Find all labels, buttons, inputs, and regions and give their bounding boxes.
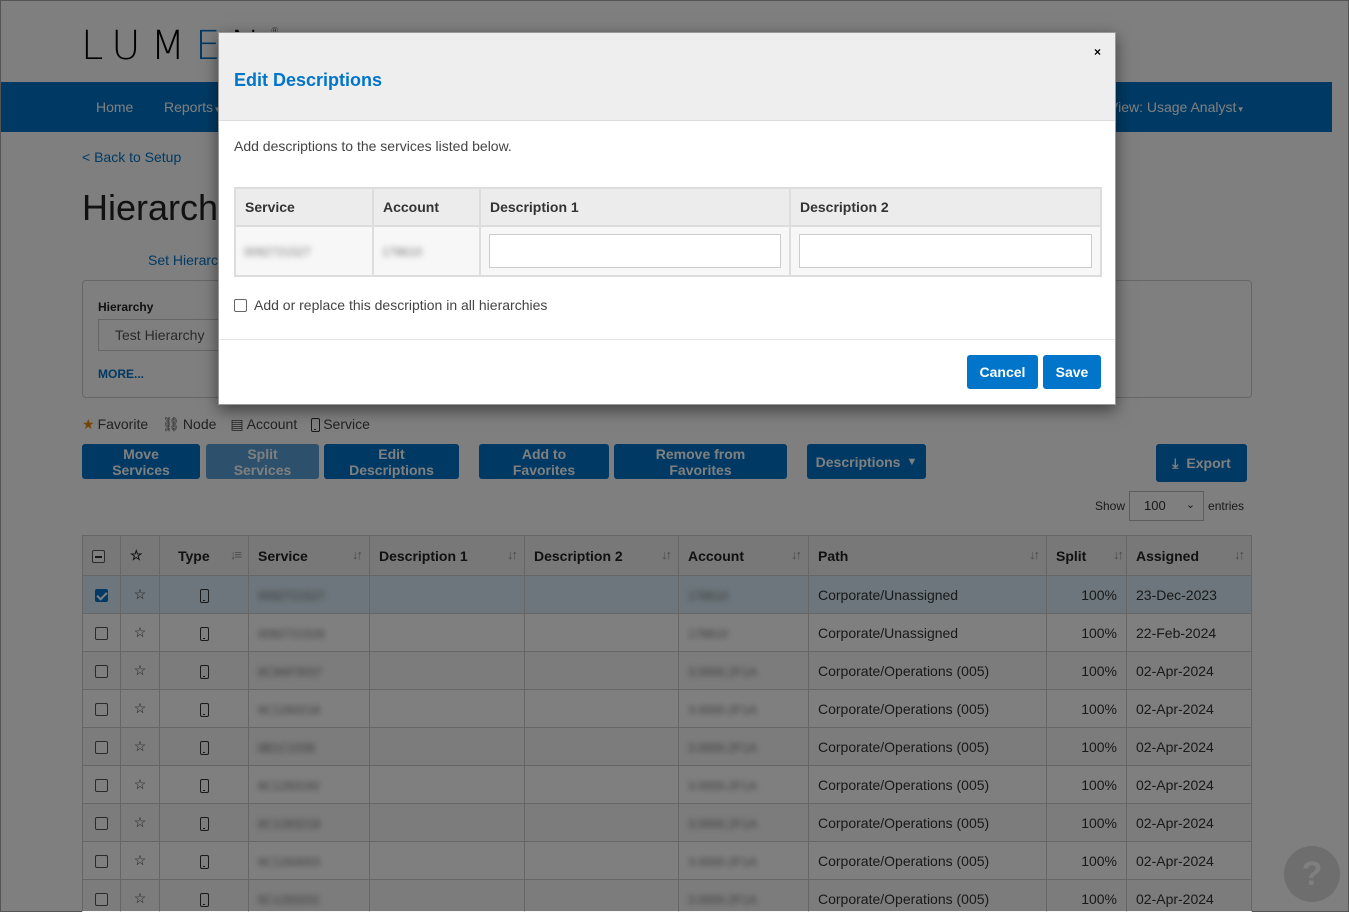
edit-account-cell: 178610 [372, 225, 481, 277]
edit-desc2-cell [789, 225, 1102, 277]
all-hierarchies-label: Add or replace this description in all h… [254, 297, 548, 313]
all-hierarchies-option[interactable]: Add or replace this description in all h… [234, 297, 1100, 313]
edit-col-account: Account [372, 187, 481, 227]
cancel-button[interactable]: Cancel [967, 355, 1038, 389]
edit-col-description-1: Description 1 [479, 187, 791, 227]
edit-col-service: Service [234, 187, 374, 227]
edit-service-cell: 0092721527 [234, 225, 374, 277]
close-icon[interactable]: × [1094, 45, 1101, 59]
edit-table-header-row: Service Account Description 1 Descriptio… [234, 187, 1102, 227]
description-1-input[interactable] [489, 234, 781, 268]
save-button[interactable]: Save [1043, 355, 1101, 389]
service-value: 0092721527 [244, 245, 311, 259]
modal-footer: Cancel Save [219, 339, 1115, 404]
edit-descriptions-table: Service Account Description 1 Descriptio… [234, 187, 1102, 277]
description-2-input[interactable] [799, 234, 1092, 268]
edit-col-description-2: Description 2 [789, 187, 1102, 227]
modal-body: Add descriptions to the services listed … [219, 121, 1115, 313]
all-hierarchies-checkbox[interactable] [234, 298, 247, 312]
edit-desc1-cell [479, 225, 791, 277]
modal-intro-text: Add descriptions to the services listed … [234, 138, 512, 154]
modal-header: Edit Descriptions × [219, 33, 1115, 121]
account-value: 178610 [382, 245, 423, 259]
edit-descriptions-modal: Edit Descriptions × Add descriptions to … [218, 32, 1116, 405]
modal-title: Edit Descriptions [234, 70, 383, 90]
edit-table-row: 0092721527 178610 [234, 225, 1102, 277]
